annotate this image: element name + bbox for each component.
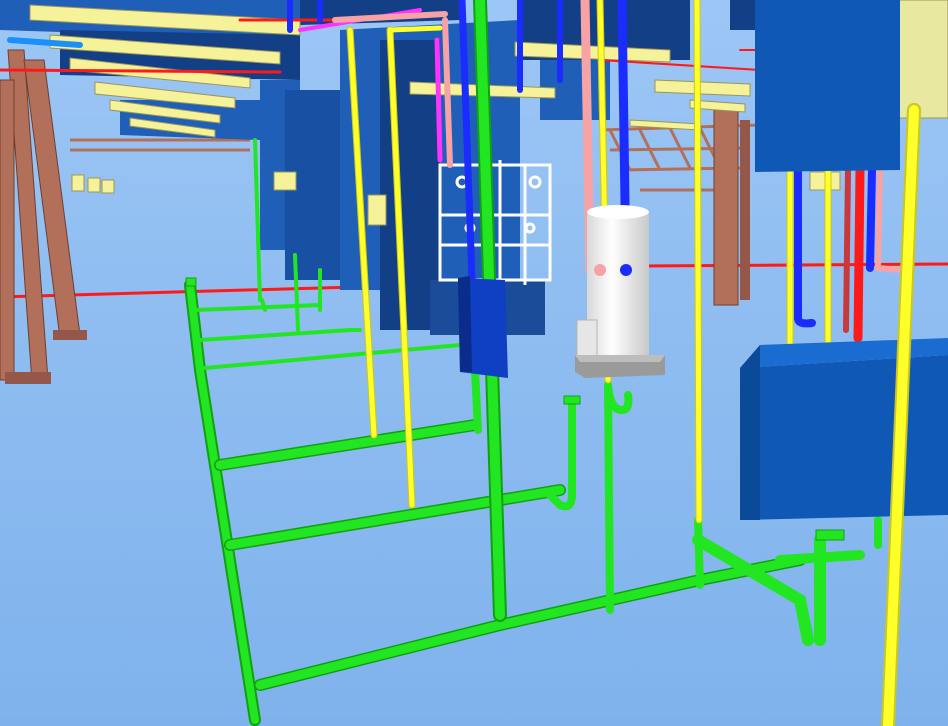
electrical-panel bbox=[458, 276, 508, 378]
bim-scene bbox=[0, 0, 948, 726]
model-viewport[interactable] bbox=[0, 0, 948, 726]
